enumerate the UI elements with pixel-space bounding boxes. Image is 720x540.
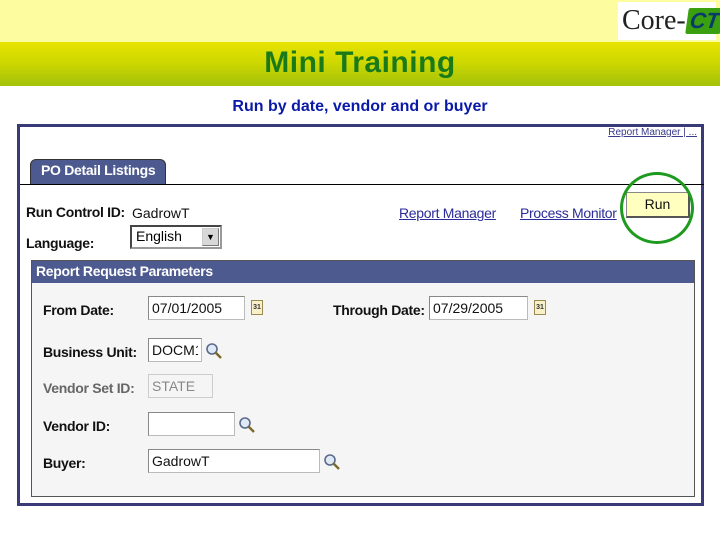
calendar-icon[interactable]: 31 (251, 300, 263, 315)
vendor-set-id-input (148, 374, 213, 398)
top-links[interactable]: Report Manager | ... (608, 127, 697, 138)
tab-po-detail-listings[interactable]: PO Detail Listings (30, 159, 167, 185)
language-label: Language: (26, 235, 95, 251)
business-unit-input[interactable] (148, 338, 202, 362)
chevron-down-icon[interactable]: ▼ (202, 228, 219, 246)
header-band (0, 0, 720, 42)
peoplesoft-page-frame: Report Manager | ... PO Detail Listings … (17, 124, 704, 506)
slide-title: Mini Training (264, 46, 456, 79)
from-date-input[interactable] (148, 296, 245, 320)
calendar-icon[interactable]: 31 (534, 300, 546, 315)
buyer-label: Buyer: (43, 455, 86, 471)
slide-subtitle: Run by date, vendor and or buyer (232, 98, 488, 115)
lookup-icon[interactable] (323, 453, 341, 471)
logo-ct-text: CT (684, 8, 720, 34)
tab-divider (20, 184, 704, 185)
through-date-input[interactable] (429, 296, 528, 320)
run-control-label: Run Control ID: (26, 204, 125, 220)
from-date-label: From Date: (43, 302, 114, 318)
section-header: Report Request Parameters (32, 261, 694, 283)
vendor-id-label: Vendor ID: (43, 418, 111, 434)
vendor-id-input[interactable] (148, 412, 235, 436)
process-monitor-link[interactable]: Process Monitor (520, 205, 617, 221)
report-request-parameters: Report Request Parameters From Date: 31 … (31, 260, 695, 497)
run-control-value: GadrowT (132, 205, 190, 221)
report-manager-link[interactable]: Report Manager (399, 205, 496, 221)
business-unit-label: Business Unit: (43, 344, 137, 360)
run-button[interactable]: Run (626, 192, 690, 218)
logo-core-text: Core- (622, 5, 686, 36)
core-ct-logo: Core- CT (618, 2, 720, 40)
language-select[interactable]: English ▼ (130, 225, 222, 249)
buyer-input[interactable] (148, 449, 320, 473)
through-date-label: Through Date: (333, 302, 425, 318)
lookup-icon[interactable] (238, 416, 256, 434)
vendor-set-id-label: Vendor Set ID: (43, 380, 135, 396)
language-value: English (136, 228, 182, 244)
lookup-icon[interactable] (205, 342, 223, 360)
